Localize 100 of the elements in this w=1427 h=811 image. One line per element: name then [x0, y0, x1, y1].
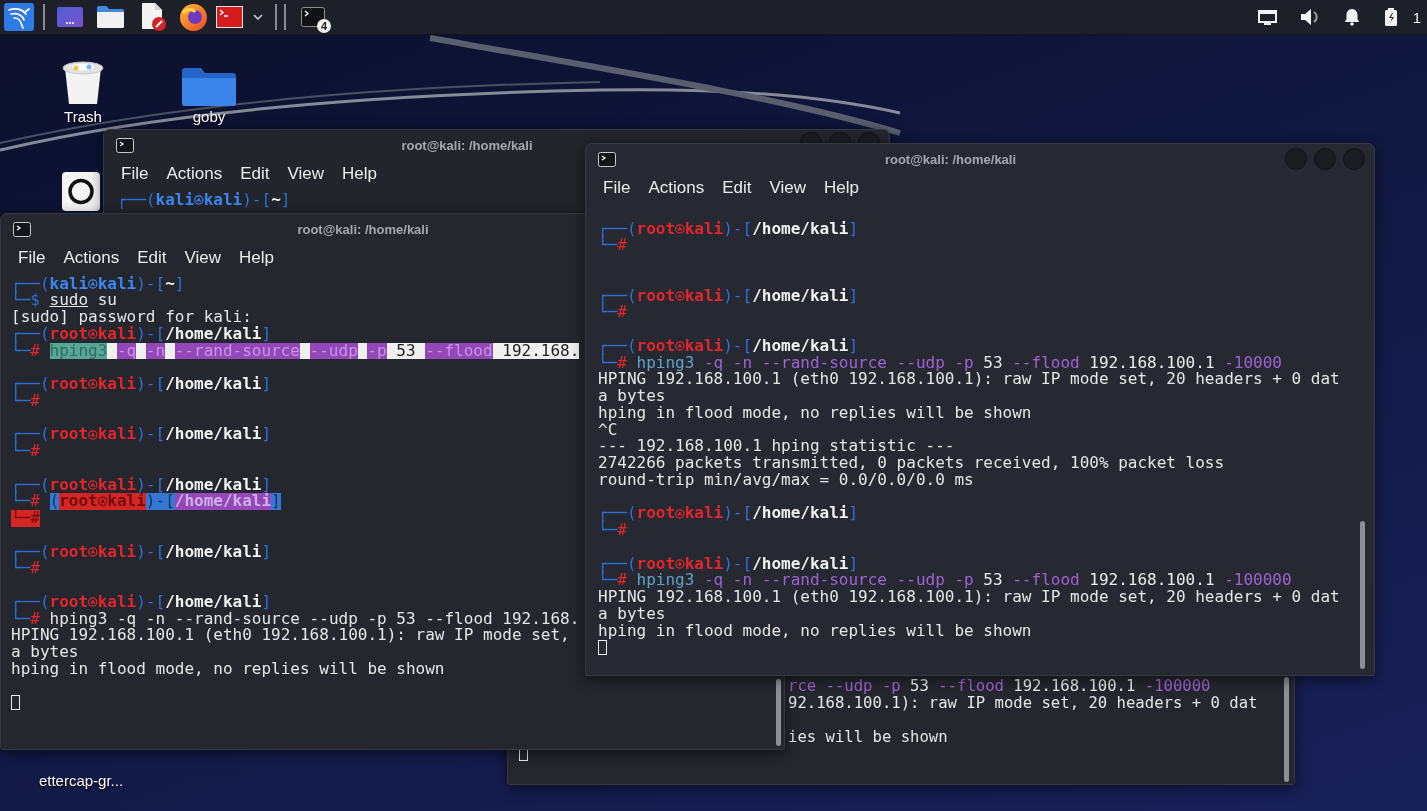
- icon-label[interactable]: Trash: [64, 108, 102, 125]
- prompt-path: /home/kali: [752, 287, 849, 305]
- prompt-path: /home/kali: [752, 555, 849, 573]
- highlighted-text: kali: [107, 493, 146, 511]
- command-line: └─# hping3 -q -n --rand-source --udp -p 53 --flood 192.168.100.1 -10000: [598, 354, 1282, 372]
- circled-mark-icon: [88, 597, 98, 608]
- bell-icon[interactable]: [1342, 8, 1361, 26]
- prompt-frame: )-[: [723, 505, 753, 523]
- prompt-frame: ]: [261, 543, 272, 561]
- prompt-path: /home/kali: [165, 593, 262, 611]
- menu-item[interactable]: Edit: [722, 178, 752, 198]
- terminal-icon: [598, 151, 616, 167]
- highlighted-text: root: [59, 493, 98, 511]
- highlighted-text: └─#: [11, 510, 40, 527]
- circled-mark-icon: [88, 329, 98, 340]
- prompt-frame: ]: [280, 191, 291, 209]
- command-line: └─#: [598, 237, 627, 255]
- speaker-icon[interactable]: [1299, 8, 1320, 26]
- prompt-user: root: [49, 593, 89, 611]
- prompt-frame: )-[: [723, 555, 753, 573]
- prompt-frame: ]: [261, 325, 272, 343]
- output-line: ^C: [598, 421, 618, 439]
- menu-item[interactable]: View: [184, 248, 221, 268]
- output-line: ies will be shown: [788, 728, 948, 746]
- prompt-path: /home/kali: [165, 325, 262, 343]
- output-line: a bytes: [598, 605, 666, 623]
- clock-text[interactable]: 1: [1412, 8, 1421, 26]
- output-line: hping in flood mode, no replies will be shown: [598, 404, 1032, 422]
- icon-label[interactable]: goby: [192, 108, 226, 125]
- menu-item[interactable]: File: [18, 248, 46, 268]
- menu-item[interactable]: File: [603, 178, 631, 198]
- menu-item[interactable]: Edit: [137, 248, 167, 268]
- prompt-user: root: [49, 376, 89, 393]
- menu-item[interactable]: Edit: [240, 164, 270, 184]
- output-line: hping in flood mode, no replies will be shown: [598, 622, 1032, 640]
- circled-mark-icon: [88, 379, 98, 390]
- folder-icon[interactable]: [97, 6, 124, 28]
- highlighted-text: 53: [386, 342, 426, 360]
- prompt-frame: ]: [261, 426, 272, 444]
- menu-item[interactable]: Actions: [648, 178, 705, 198]
- prompt-frame: )-[: [136, 476, 166, 494]
- prompt-user: kali: [49, 275, 89, 293]
- chevron-down-icon[interactable]: [253, 14, 263, 20]
- prompt-frame: )-[: [136, 275, 166, 293]
- app-menu-icon[interactable]: [4, 3, 34, 31]
- prompt-frame: ┌──(: [11, 376, 50, 393]
- scrollbar-thumb[interactable]: [1284, 677, 1289, 782]
- prompt-host: kali: [684, 287, 724, 305]
- highlighted-text: -q: [116, 342, 137, 360]
- prompt-frame: ]: [848, 220, 859, 238]
- prompt-frame: ]: [261, 476, 272, 494]
- prompt-host: kali: [203, 191, 243, 209]
- prompt-frame: ]: [174, 275, 185, 293]
- command-line: └─# hping3 -q -n --rand-source --udp -p 53 --flood 192.168.100.1 -100000: [598, 572, 1292, 590]
- output-line: HPING 192.168.100.1 (eth0 192.168.100.1): raw IP mode set,: [11, 627, 570, 645]
- highlighted-text: (: [49, 493, 60, 511]
- highlighted-text: 192.168.: [492, 342, 580, 360]
- prompt-frame: ]: [848, 505, 859, 523]
- scrollbar-thumb[interactable]: [1360, 521, 1365, 669]
- prompt-host: kali: [684, 220, 724, 238]
- command-line: └─#: [598, 522, 627, 539]
- circled-mark-icon: [194, 194, 204, 205]
- scrollbar-thumb[interactable]: [776, 679, 781, 746]
- menu-item[interactable]: Help: [342, 164, 377, 184]
- menu-item[interactable]: Actions: [166, 164, 223, 184]
- document-edit-icon[interactable]: [140, 3, 166, 31]
- prompt-host: kali: [97, 426, 137, 444]
- trash-icon[interactable]: [61, 60, 105, 106]
- icon-label[interactable]: ettercap-gr...: [38, 772, 124, 789]
- prompt-frame: ┌──(: [11, 593, 50, 611]
- prompt-path: /home/kali: [752, 220, 849, 238]
- prompt-path: /home/kali: [165, 376, 262, 393]
- circled-mark-icon: [88, 278, 98, 289]
- prompt-frame: )-[: [136, 543, 166, 561]
- menu-item[interactable]: View: [287, 164, 324, 184]
- browser-icon[interactable]: [180, 3, 207, 31]
- command-line: └─#: [11, 560, 40, 578]
- prompt-path: /home/kali: [165, 476, 262, 494]
- battery-icon[interactable]: [1383, 8, 1398, 26]
- prompt-host: kali: [97, 376, 137, 393]
- prompt-sign: #: [30, 342, 40, 360]
- prompt-frame: └─: [11, 493, 31, 511]
- menu-item[interactable]: View: [769, 178, 806, 198]
- workspace-icon[interactable]: [57, 7, 83, 27]
- prompt-user: root: [636, 505, 676, 523]
- prompt-frame: )-[: [723, 337, 753, 355]
- prompt-frame: ]: [848, 337, 859, 355]
- menu-item[interactable]: Help: [824, 178, 859, 198]
- prompt-host: kali: [684, 505, 724, 523]
- menu-item[interactable]: Actions: [63, 248, 120, 268]
- prompt-frame: ]: [261, 593, 272, 611]
- circled-mark-icon: [675, 508, 685, 519]
- window-title: root@kali: /home/kali: [401, 137, 533, 153]
- output-line: HPING 192.168.100.1 (eth0 192.168.100.1): raw IP mode set, 20 headers + 0 dat: [598, 589, 1340, 606]
- monitor-icon[interactable]: [1257, 9, 1277, 25]
- menu-item[interactable]: File: [121, 164, 149, 184]
- menu-item[interactable]: Help: [239, 248, 274, 268]
- prompt-frame: ┌──(: [598, 337, 637, 355]
- prompt-user: root: [49, 426, 89, 444]
- output-line: HPING 192.168.100.1 (eth0 192.168.100.1): raw IP mode set, 20 headers + 0 dat: [598, 371, 1340, 389]
